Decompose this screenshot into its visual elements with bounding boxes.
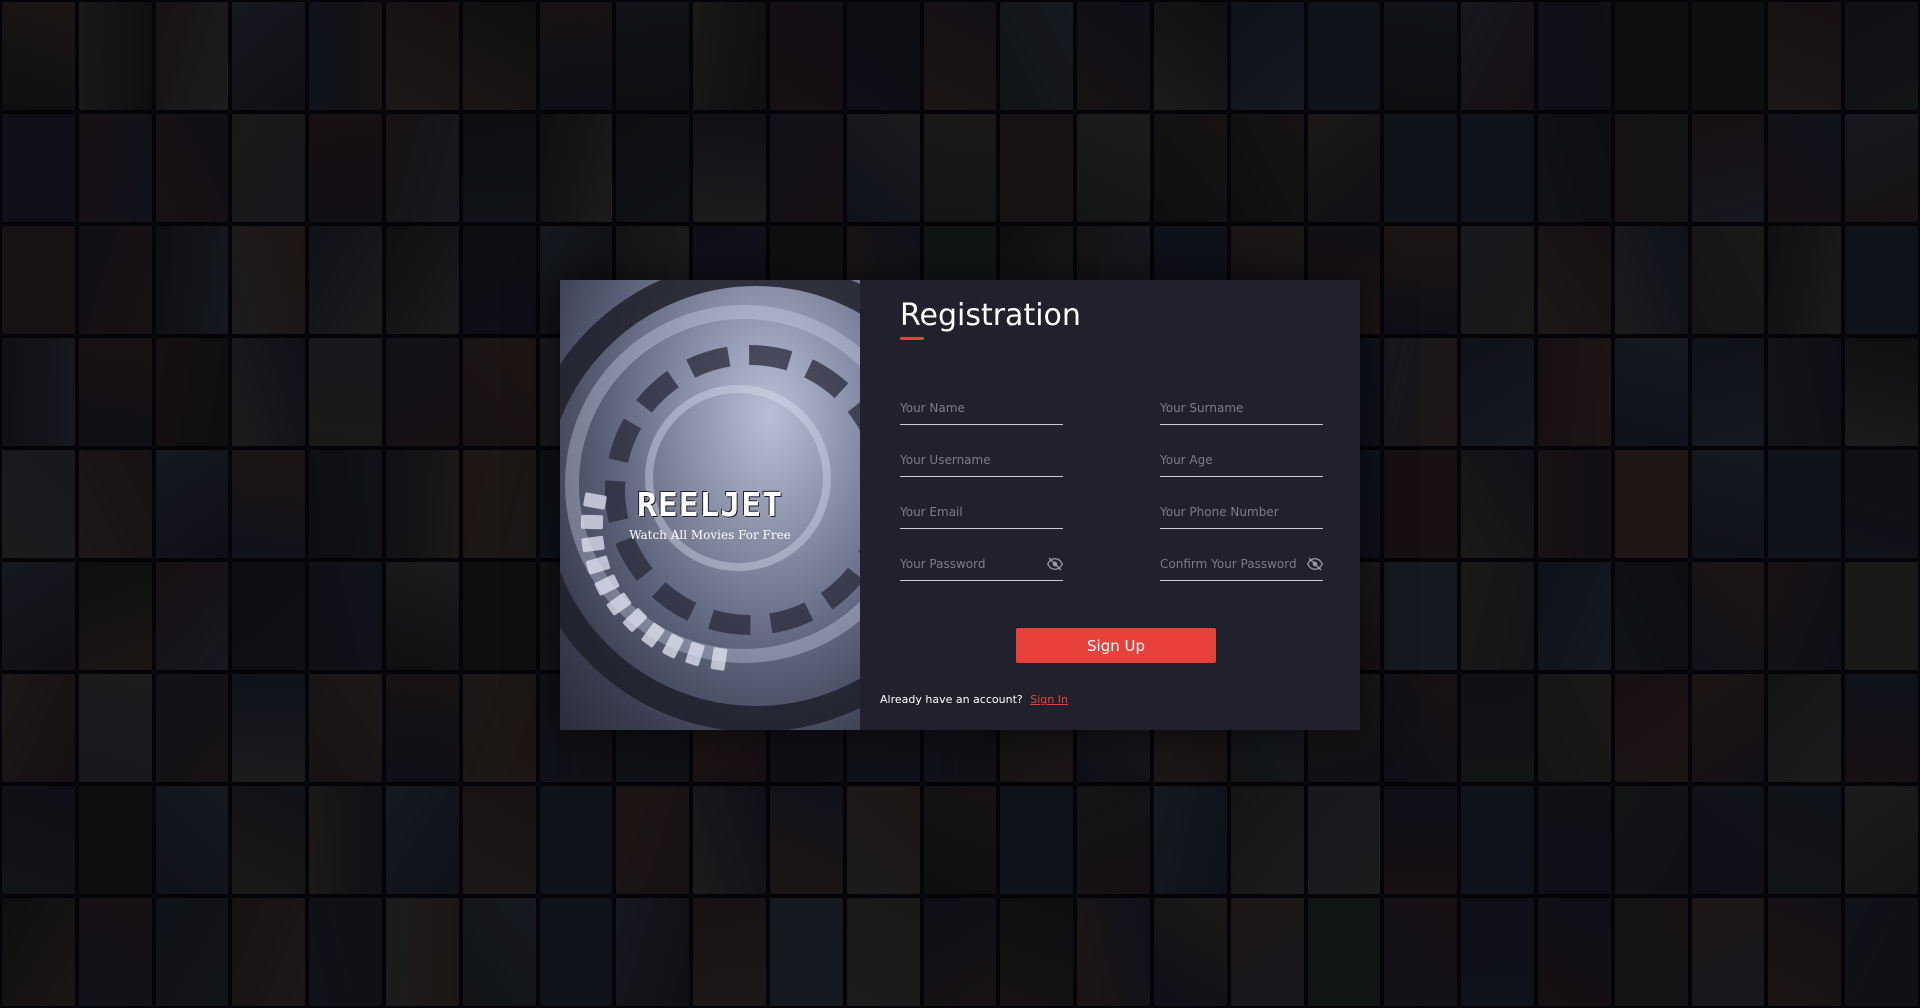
eye-off-icon[interactable] <box>1047 557 1063 571</box>
confirm-password-field <box>1160 550 1323 581</box>
registration-card: REELJET Watch All Movies For Free Regist… <box>560 280 1360 730</box>
brand-logo: REELJET <box>636 485 784 524</box>
eye-off-icon[interactable] <box>1307 557 1323 571</box>
brand-panel: REELJET Watch All Movies For Free <box>560 280 860 730</box>
surname-field <box>1160 394 1323 425</box>
form-title: Registration <box>900 298 1081 333</box>
password-input[interactable] <box>900 550 1040 578</box>
signin-prompt-text: Already have an account? <box>880 693 1023 706</box>
name-input[interactable] <box>900 394 1063 422</box>
sign-up-button[interactable]: Sign Up <box>1016 628 1216 663</box>
email-field <box>900 498 1063 529</box>
email-input[interactable] <box>900 498 1063 526</box>
name-field <box>900 394 1063 425</box>
age-input[interactable] <box>1160 446 1323 474</box>
title-accent-underline <box>900 337 924 340</box>
username-input[interactable] <box>900 446 1063 474</box>
brand: REELJET Watch All Movies For Free <box>560 485 860 542</box>
confirm-password-input[interactable] <box>1160 550 1300 578</box>
age-field <box>1160 446 1323 477</box>
phone-input[interactable] <box>1160 498 1323 526</box>
password-field <box>900 550 1063 581</box>
film-reel-hub <box>645 385 831 571</box>
surname-input[interactable] <box>1160 394 1323 422</box>
phone-field <box>1160 498 1323 529</box>
sign-in-link[interactable]: Sign In <box>1030 693 1068 706</box>
registration-form: Registration Your Name Your Surname Your… <box>860 280 1360 730</box>
brand-tagline: Watch All Movies For Free <box>629 528 791 542</box>
username-field <box>900 446 1063 477</box>
film-hole <box>709 647 728 672</box>
signin-prompt-row: Already have an account? Sign In <box>880 693 1068 706</box>
